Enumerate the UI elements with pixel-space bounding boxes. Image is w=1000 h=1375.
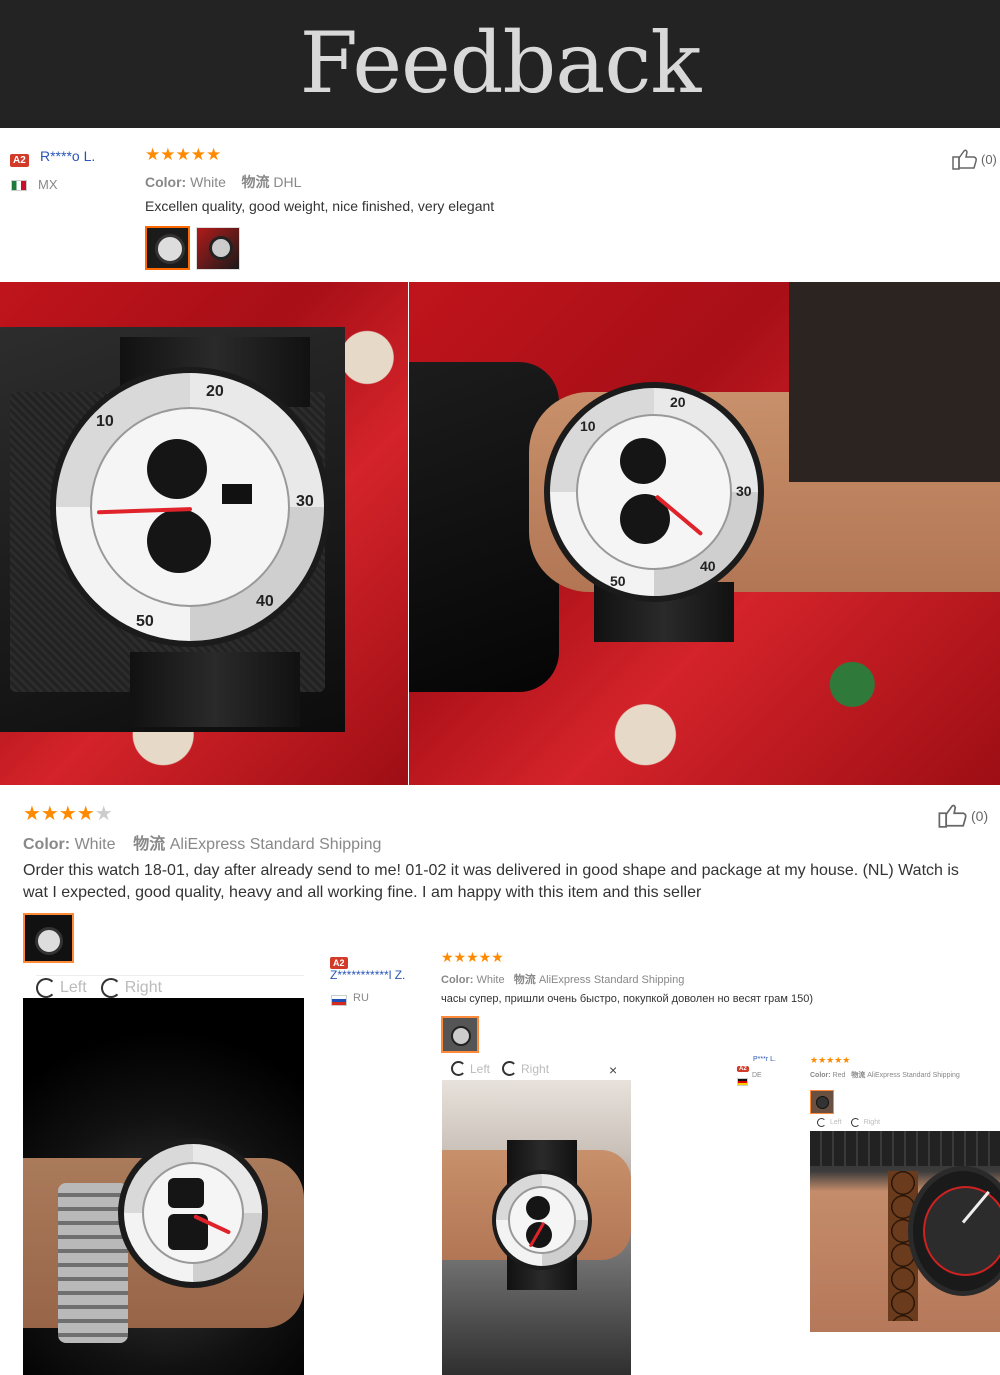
photo-rotate-bar: Left Right [817,1118,937,1127]
color-value: Red [832,1072,846,1079]
stars-empty: ★ [94,803,113,825]
watch-face [118,1138,268,1288]
like-button[interactable]: (0) [952,148,997,170]
rotate-left-icon[interactable] [451,1061,466,1076]
shipping-value: AliExpress Standard Shipping [169,836,382,853]
color-label: Color: [810,1072,831,1079]
rotate-right-button[interactable]: Right [125,979,162,997]
rotate-right-icon[interactable] [100,978,121,998]
shipping-value: AliExpress Standard Shipping [538,974,685,986]
review-photo-thumbnail[interactable] [145,226,190,270]
country-flag-icon [11,178,27,196]
country-flag-icon [331,993,347,1011]
level-badge: A2 [10,154,29,167]
color-label: Color: [145,174,187,190]
bezel-marker: 20 [206,383,224,400]
review-photo-watch-in-car [442,1080,631,1375]
shipping-label: 物流 [851,1072,866,1079]
review-meta: Color: White 物流 AliExpress Standard Ship… [23,830,381,854]
review-photo-thumbnail[interactable] [810,1090,834,1114]
rating-stars: ★★★★★ [23,801,113,826]
color-value: White [476,974,505,986]
reviewer-name[interactable]: R****o L. [40,148,95,164]
review-photo-watch-in-box: 20 10 30 40 50 [0,282,408,785]
review-meta: Color: Red 物流 AliExpress Standard Shippi… [810,1070,960,1080]
review-text: Order this watch 18-01, day after alread… [23,862,959,901]
reviewer-country: MX [38,177,58,192]
rating-stars: ★★★★★ [145,145,222,164]
like-button[interactable]: (0) [938,803,988,828]
rotate-left-button[interactable]: Left [830,1119,842,1126]
bezel-marker: 20 [670,394,686,410]
rotate-right-icon[interactable] [502,1061,518,1076]
bezel-marker: 10 [580,418,596,434]
review-photo-thumbnail[interactable] [23,913,74,963]
color-label: Color: [441,974,474,986]
review-text: Excellen quality, good weight, nice fini… [145,198,495,214]
thumbs-up-icon [938,804,967,828]
reviewer-country: DE [752,1072,762,1079]
thumbs-up-icon [952,149,977,170]
color-label: Color: [23,836,71,853]
country-flag-icon [737,1073,748,1091]
rotate-right-icon[interactable] [850,1118,860,1127]
review-text: часы супер, пришли очень быстро, покупко… [441,993,813,1005]
bezel-marker: 40 [256,593,274,610]
shipping-value: DHL [273,174,302,190]
watch-face [908,1166,1000,1296]
bezel-marker: 50 [610,573,626,589]
like-count: (0) [981,151,997,167]
level-badge: A2 [737,1066,749,1072]
review-photo-watch-on-wrist: 20 10 30 40 50 [409,282,1000,785]
color-value: White [190,174,226,190]
bezel-marker: 40 [700,558,716,574]
review-meta: Color: White 物流 DHL [145,172,301,192]
watch-face: 20 10 30 40 50 [50,367,330,647]
watch-face: 20 10 30 40 50 [544,382,764,602]
rotate-right-button[interactable]: Right [521,1062,549,1076]
bezel-marker: 30 [296,493,314,510]
reviewer-badge: A2 [10,150,29,168]
shipping-label: 物流 [133,836,166,853]
reviewer-country: RU [353,992,369,1004]
bezel-marker: 30 [736,483,752,499]
shipping-label: 物流 [513,974,536,986]
rating-stars: ★★★★★ [441,949,504,965]
bezel-marker: 50 [136,613,154,630]
rotate-left-button[interactable]: Left [470,1062,490,1076]
rating-stars: ★★★★★ [810,1055,851,1065]
bezel-marker: 10 [96,413,114,430]
like-count: (0) [971,807,989,824]
review-meta: Color: White 物流 AliExpress Standard Ship… [441,971,684,987]
rotate-left-button[interactable]: Left [60,979,87,997]
rotate-left-icon[interactable] [36,978,56,998]
review-photo-watch-night [23,998,304,1375]
color-value: White [74,836,116,853]
rotate-right-button[interactable]: Right [864,1119,880,1126]
review-photo-watch-with-bracelet [810,1131,1000,1332]
reviewer-name[interactable]: P***r L. [753,1056,776,1063]
close-icon[interactable]: × [609,1062,617,1078]
rotate-left-icon[interactable] [817,1118,826,1127]
shipping-label: 物流 [241,174,270,190]
photo-rotate-bar: Left Right [36,975,304,998]
review-photo-thumbnail[interactable] [196,227,240,270]
banner-title: Feedback [299,14,702,112]
review-photo-thumbnail[interactable] [441,1016,479,1053]
watch-face [492,1170,592,1270]
shipping-value: AliExpress Standard Shipping [867,1072,960,1079]
photo-rotate-bar: Left Right [451,1061,631,1076]
reviewer-name[interactable]: Z***********l Z. [330,968,405,982]
stars-filled: ★★★★ [23,803,95,825]
